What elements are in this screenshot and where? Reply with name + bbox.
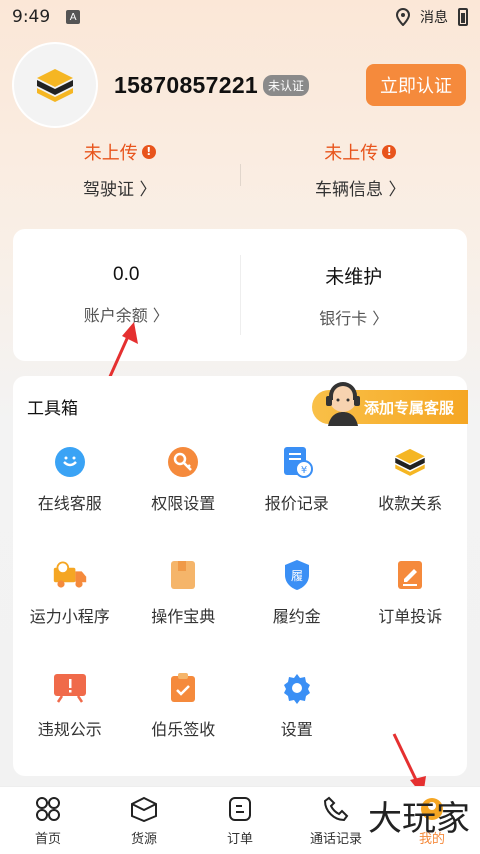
logo-icon [37,69,73,102]
watermark-text: 大玩家 [368,799,470,839]
verify-now-button[interactable]: 立即认证 [366,64,466,106]
unverified-badge: 未认证 [263,74,310,96]
bank-label: 银行卡 〉 [319,308,389,328]
tab-label: 首页 [34,832,61,847]
toolbox-card: 工具箱 添加专属客服 在线客服 权限设置 ¥ 报价记录 收款关系 运力小程序 操… [13,376,468,776]
tool-payment-relations[interactable]: 收款关系 [354,436,468,549]
tool-online-service[interactable]: 在线客服 [13,436,127,549]
tab-home[interactable]: 首页 [0,787,96,854]
tool-performance-deposit[interactable]: 履 履约金 [240,549,354,662]
balance-card: 0.0 账户余额 〉 未维护 银行卡 〉 [13,229,467,361]
tool-violation-notice[interactable]: 违规公示 [13,662,127,775]
tool-order-complaint[interactable]: 订单投诉 [354,549,468,662]
tool-permission-settings[interactable]: 权限设置 [127,436,241,549]
truck-icon [52,557,88,593]
phone-icon [321,794,351,824]
tool-operation-guide[interactable]: 操作宝典 [127,549,241,662]
tab-label: 订单 [226,832,253,847]
tool-quote-records[interactable]: ¥ 报价记录 [240,436,354,549]
status-right: 消息 [396,7,468,27]
notification-a-icon: A [66,10,81,24]
tool-label: 订单投诉 [378,607,443,626]
tab-label: 货源 [130,832,157,847]
clipboard-check-icon [165,670,201,706]
doc-status-text: 未上传 [324,142,379,164]
tab-orders[interactable]: 订单 [192,787,288,854]
pen-edit-icon [392,557,428,593]
tool-label: 设置 [280,720,313,739]
warning-icon: ! [382,144,397,159]
warning-board-icon [52,670,88,706]
location-icon [396,8,410,26]
doc-label: 驾驶证 〉 [83,179,157,200]
balance-value: 0.0 [113,264,140,285]
tool-settings[interactable]: 设置 [240,662,354,775]
tool-label: 履约金 [272,607,321,626]
warning-icon: ! [141,144,156,159]
bank-value: 未维护 [325,265,383,288]
doc-status-text: 未上传 [83,142,138,164]
box-cargo-icon [129,794,159,824]
tool-label: 伯乐签收 [151,720,216,739]
documents-row: 未上传 ! 驾驶证 〉 未上传 ! 车辆信息 〉 [0,134,480,204]
doc-status: 未上传 ! [84,139,156,165]
tool-label: 报价记录 [264,494,329,513]
tool-label: 收款关系 [378,494,443,513]
customer-service-avatar-icon [326,382,360,426]
phone-number: 15870857221 [114,71,259,98]
svg-text:¥: ¥ [301,465,307,476]
tool-label: 运力小程序 [29,607,110,626]
quote-receipt-icon: ¥ [279,444,315,480]
book-icon [165,557,201,593]
logo-stack-icon [392,444,428,480]
grid-home-icon [33,794,63,824]
gear-icon [279,670,315,706]
vehicle-info-entry[interactable]: 未上传 ! 车辆信息 〉 [241,134,480,204]
shield-deposit-icon: 履 [279,557,315,593]
driver-license-entry[interactable]: 未上传 ! 驾驶证 〉 [0,134,240,204]
cs-banner-text: 添加专属客服 [364,398,455,417]
key-gear-icon [165,444,201,480]
bank-card-entry[interactable]: 未维护 银行卡 〉 [241,262,468,329]
toolbox-title: 工具箱 [27,399,78,419]
tool-capacity-miniapp[interactable]: 运力小程序 [13,549,127,662]
tool-label: 权限设置 [151,494,216,513]
network-label: 消息 [420,10,448,26]
battery-icon [458,8,468,26]
tab-cargo[interactable]: 货源 [96,787,192,854]
tool-label: 在线客服 [37,494,102,513]
avatar[interactable] [14,44,96,126]
order-list-icon [225,794,255,824]
tab-label: 通话记录 [309,832,362,847]
doc-status: 未上传 ! [324,139,397,165]
account-balance-entry[interactable]: 0.0 账户余额 〉 [13,264,240,326]
doc-label: 车辆信息 〉 [315,179,406,200]
chat-bubble-icon [52,444,88,480]
tool-label: 操作宝典 [151,607,216,626]
tool-bole-signoff[interactable]: 伯乐签收 [127,662,241,775]
status-time: 9:49 [12,7,51,27]
tool-grid: 在线客服 权限设置 ¥ 报价记录 收款关系 运力小程序 操作宝典 履 履约金 订… [13,436,467,775]
add-customer-service-button[interactable]: 添加专属客服 [312,382,468,426]
tool-label: 违规公示 [37,720,102,739]
svg-text:履: 履 [291,569,303,583]
status-bar: 9:49 A 消息 [0,0,480,34]
profile-header: 15870857221 未认证 立即认证 [14,42,466,128]
